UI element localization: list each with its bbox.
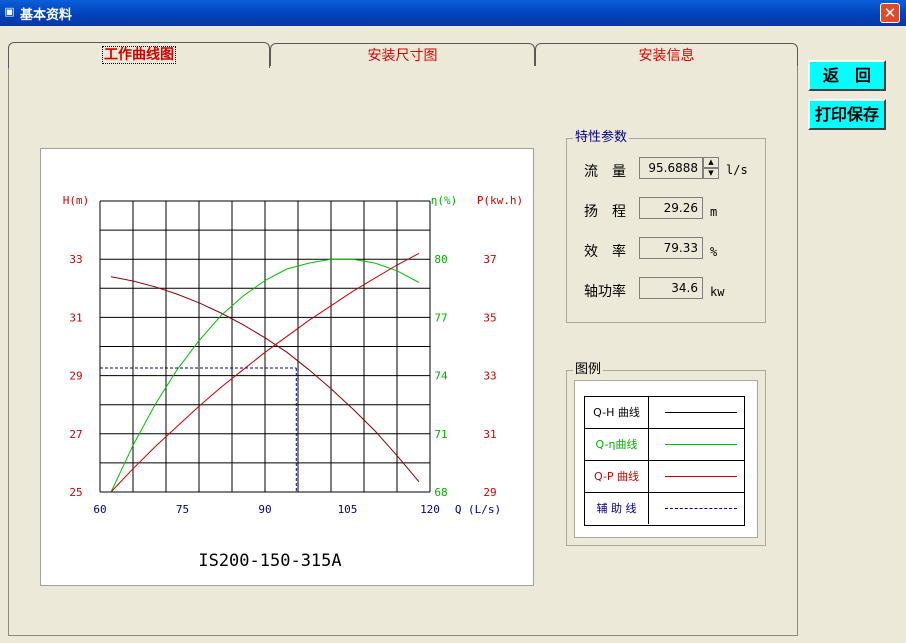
y-tick-label-efficiency: 74 [434, 370, 448, 383]
legend-row: 辅 助 线 [585, 493, 744, 525]
y-tick-label-power: 35 [483, 311, 496, 324]
y-tick-label-power: 29 [483, 486, 496, 499]
head-unit: m [710, 205, 718, 219]
legend-label-qeta: Q-η曲线 [585, 429, 649, 460]
legend-row: Q-η曲线 [585, 429, 744, 461]
y-tick-label-power: 33 [483, 370, 496, 383]
y-tick-label-head: 31 [69, 311, 82, 324]
y-axis-label-efficiency: η(%) [431, 194, 458, 207]
back-button[interactable]: 返 回 [808, 60, 886, 91]
title-bar: ▣ 基本资料 ✕ [0, 0, 906, 26]
window-title: 基本资料 [20, 8, 73, 23]
power-unit: kw [710, 285, 725, 299]
y-tick-label-head: 27 [69, 428, 82, 441]
chart-title: IS200-150-315A [198, 551, 341, 571]
y-tick-label-efficiency: 80 [434, 253, 447, 266]
power-label: 轴功率 [584, 284, 626, 300]
tab-install-info[interactable]: 安装信息 [535, 43, 798, 67]
flow-unit: l/s [726, 163, 748, 177]
flow-spinner[interactable]: ▲ ▼ [703, 157, 719, 179]
auxiliary-lines [100, 367, 297, 492]
y-tick-label-efficiency: 68 [434, 486, 447, 499]
chart-area: 60 75 90 105 120 Q (L/s) 25 27 29 31 33 68 71 74 77 80 2… [40, 148, 534, 586]
x-tick-label: 60 [93, 503, 106, 516]
pump-curve-chart: 60 75 90 105 120 Q (L/s) 25 27 29 31 33 68 71 74 77 80 2… [63, 194, 523, 571]
flow-field[interactable]: 95.6888 [639, 157, 703, 179]
flow-label: 流 量 [584, 164, 626, 180]
legend-row: Q-H 曲线 [585, 397, 744, 429]
close-button[interactable]: ✕ [880, 3, 900, 23]
legend-line-qeta [665, 444, 737, 445]
y-axis-label-power: P(kw.h) [477, 194, 523, 207]
legend-label-qp: Q-P 曲线 [585, 461, 649, 492]
x-tick-label: 75 [176, 503, 189, 516]
y-tick-label-head: 25 [69, 486, 82, 499]
spin-down-icon[interactable]: ▼ [703, 168, 719, 179]
x-tick-label: 105 [338, 503, 358, 516]
legend-line-aux [665, 508, 737, 509]
y-axis-label-head: H(m) [63, 194, 90, 207]
print-save-button[interactable]: 打印保存 [808, 99, 886, 130]
head-label: 扬 程 [584, 204, 626, 220]
spin-up-icon[interactable]: ▲ [703, 157, 719, 168]
app-icon: ▣ [4, 5, 15, 18]
y-tick-label-power: 31 [483, 428, 496, 441]
legend-label-qh: Q-H 曲线 [585, 397, 649, 428]
chart-grid [99, 200, 431, 493]
power-field[interactable]: 34.6 [639, 277, 703, 299]
params-group-title: 特性参数 [573, 130, 630, 146]
legend-row: Q-P 曲线 [585, 461, 744, 493]
x-tick-label: 90 [258, 503, 271, 516]
chart-labels: 60 75 90 105 120 Q (L/s) 25 27 29 31 33 68 71 74 77 80 2… [63, 194, 523, 571]
efficiency-field[interactable]: 79.33 [639, 237, 703, 259]
efficiency-label: 效 率 [584, 244, 626, 260]
legend-line-qh [665, 412, 737, 413]
y-tick-label-efficiency: 71 [434, 428, 447, 441]
y-tick-label-power: 37 [483, 253, 496, 266]
legend-group-title: 图例 [573, 362, 604, 378]
legend-label-aux: 辅 助 线 [585, 493, 649, 524]
y-tick-label-head: 29 [69, 370, 82, 383]
tab-work-curve[interactable]: 工作曲线图 [8, 42, 270, 68]
legend-line-qp [665, 476, 737, 477]
y-tick-label-head: 33 [69, 253, 82, 266]
x-tick-label: 120 [420, 503, 440, 516]
legend-table: Q-H 曲线 Q-η曲线 Q-P 曲线 辅 助 线 [584, 396, 745, 526]
tab-install-dimensions[interactable]: 安装尺寸图 [270, 43, 535, 67]
y-tick-label-efficiency: 77 [434, 311, 447, 324]
efficiency-unit: % [710, 245, 718, 259]
tab-work-curve-label: 工作曲线图 [102, 46, 176, 64]
x-axis-label: Q (L/s) [455, 503, 501, 516]
head-field[interactable]: 29.26 [639, 197, 703, 219]
